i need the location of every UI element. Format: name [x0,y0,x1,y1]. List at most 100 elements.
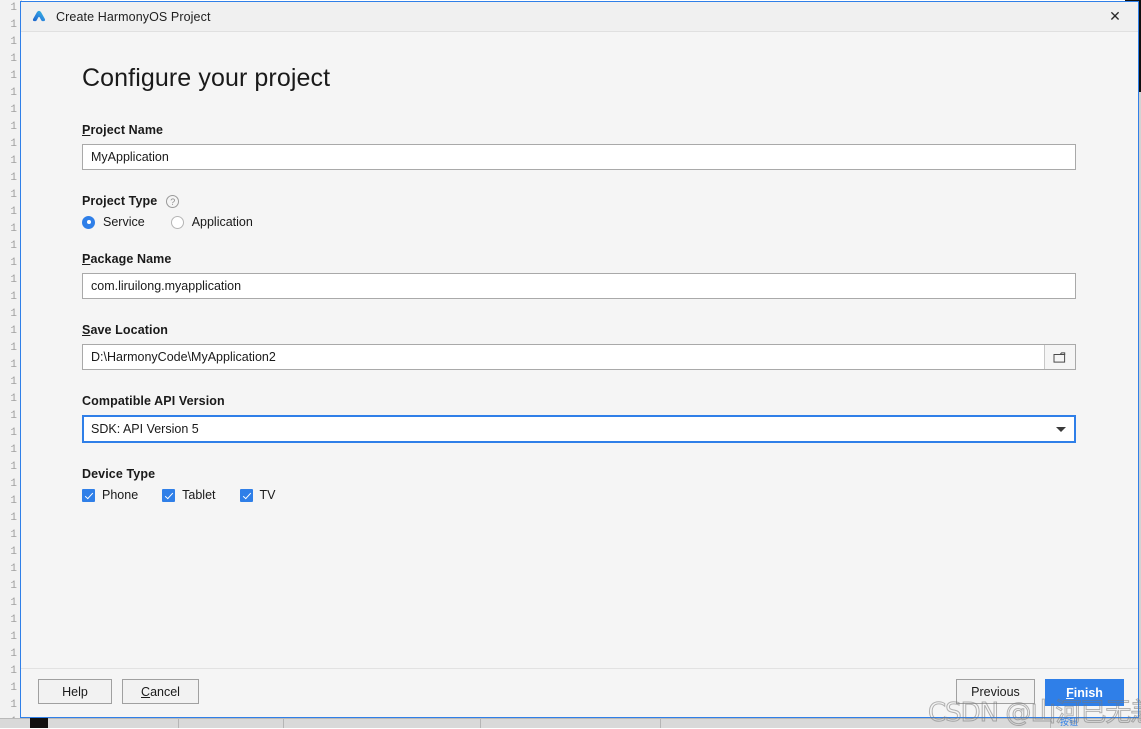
project-name-group: Project Name MyApplication [82,123,1076,170]
background-line-number: 1 [10,580,17,592]
checkbox-tv[interactable]: TV [239,488,276,502]
close-icon[interactable]: ✕ [1092,2,1138,31]
background-line-number: 1 [10,87,17,99]
checkbox-phone-box [82,488,95,502]
dialog-body: Configure your project Project Name MyAp… [21,32,1138,668]
finish-button[interactable]: Finish [1045,679,1124,706]
project-type-radio-row: Service Application [82,215,1076,229]
background-line-number: 1 [10,155,17,167]
save-location-input[interactable]: D:\HarmonyCode\MyApplication2 [82,344,1076,370]
background-line-number: 1 [10,206,17,218]
radio-service-label: Service [103,215,145,229]
background-line-number: 1 [10,121,17,133]
browse-folder-button[interactable] [1044,345,1075,369]
background-line-number: 1 [10,325,17,337]
chevron-down-icon[interactable] [1048,426,1074,432]
previous-button[interactable]: Previous [956,679,1035,704]
device-type-label-text: Device Type [82,467,156,481]
folder-icon [1053,351,1065,363]
background-line-number: 1 [10,682,17,694]
background-line-number: 1 [10,240,17,252]
project-name-input[interactable]: MyApplication [82,144,1076,170]
background-line-number: 1 [10,495,17,507]
create-harmonyos-project-dialog: Create HarmonyOS Project ✕ Configure you… [20,1,1139,718]
checkbox-phone[interactable]: Phone [82,488,138,502]
cancel-button[interactable]: Cancel [122,679,199,704]
api-version-value: SDK: API Version 5 [91,422,199,436]
background-line-number: 1 [10,291,17,303]
save-location-label-text: ave Location [90,323,169,337]
radio-application-dot [170,215,184,229]
help-icon[interactable]: ? [166,194,180,208]
finish-mnemonic: F [1066,685,1074,700]
dialog-title-bar: Create HarmonyOS Project ✕ [21,2,1138,32]
radio-application[interactable]: Application [170,215,253,229]
api-version-label-text: Compatible API Version [82,394,225,408]
background-line-number: 1 [10,342,17,354]
package-name-label: Package Name [82,252,1076,266]
background-line-number: 1 [10,427,17,439]
save-location-mnemonic: S [82,323,91,337]
background-line-number: 1 [10,648,17,660]
radio-service[interactable]: Service [82,215,145,229]
background-line-number: 1 [10,36,17,48]
background-line-number: 1 [10,189,17,201]
harmonyos-logo-icon [32,10,46,21]
background-line-number: 1 [10,563,17,575]
radio-service-dot [82,215,95,229]
background-line-number: 1 [10,444,17,456]
project-name-label-text: roject Name [90,123,164,137]
project-type-label: Project Type ? [82,194,1076,208]
package-name-input[interactable]: com.liruilong.myapplication [82,273,1076,299]
background-line-number: 1 [10,546,17,558]
package-name-value: com.liruilong.myapplication [91,279,242,293]
checkbox-tv-box [239,488,253,502]
checkbox-phone-label: Phone [102,488,139,502]
background-line-number: 1 [10,19,17,31]
background-line-number: 1 [10,614,17,626]
background-line-number: 1 [10,138,17,150]
save-location-label: Save Location [82,323,1076,337]
checkbox-tv-label: TV [259,488,276,502]
dialog-title: Create HarmonyOS Project [56,9,211,24]
background-line-number: 1 [10,393,17,405]
package-name-mnemonic: P [82,252,91,266]
background-line-number: 1 [10,70,17,82]
background-line-number: 1 [10,257,17,269]
checkbox-tablet[interactable]: Tablet [162,488,216,502]
save-location-group: Save Location D:\HarmonyCode\MyApplicati… [82,323,1076,370]
background-line-number: 1 [10,461,17,473]
background-line-number: 1 [10,359,17,371]
project-name-value: MyApplication [91,150,169,164]
background-line-number: 1 [10,2,17,14]
save-location-value: D:\HarmonyCode\MyApplication2 [91,350,276,364]
background-line-number: 1 [10,274,17,286]
background-line-number: 1 [10,53,17,65]
background-black-swatch [30,718,48,728]
project-type-label-text: Project Type [82,194,158,208]
package-name-label-text: ackage Name [90,252,172,266]
page-title: Configure your project [82,64,331,92]
background-line-number: 1 [10,478,17,490]
project-type-group: Project Type ? Service Application [82,194,1076,229]
api-version-group: Compatible API Version SDK: API Version … [82,394,1076,443]
background-line-number: 1 [10,308,17,320]
background-line-number: 1 [10,631,17,643]
background-line-number: 1 [10,376,17,388]
radio-application-label: Application [191,215,253,229]
background-status-bar [0,718,1141,728]
background-line-number: 1 [10,223,17,235]
background-line-number: 1 [10,699,17,711]
background-line-number: 1 [10,529,17,541]
api-version-select[interactable]: SDK: API Version 5 [82,415,1076,443]
background-line-number: 1 [10,104,17,116]
background-line-number: 1 [10,172,17,184]
cancel-label: ancel [150,684,180,699]
background-line-number: 1 [10,512,17,524]
project-name-mnemonic: P [82,123,91,137]
api-version-label: Compatible API Version [82,394,1076,408]
background-line-number-gutter: 1 1 1 1 1 1 1 1 1 1 1 1 1 1 1 1 1 1 1 1 1 1 1 1 1 1 1 1 1 1 1 1 1 1 1 1 1 1 1 1… [0,0,22,728]
help-button[interactable]: Help [38,679,112,704]
dialog-footer: Help Cancel Previous Finish [21,668,1138,717]
checkbox-tablet-label: Tablet [182,488,216,502]
